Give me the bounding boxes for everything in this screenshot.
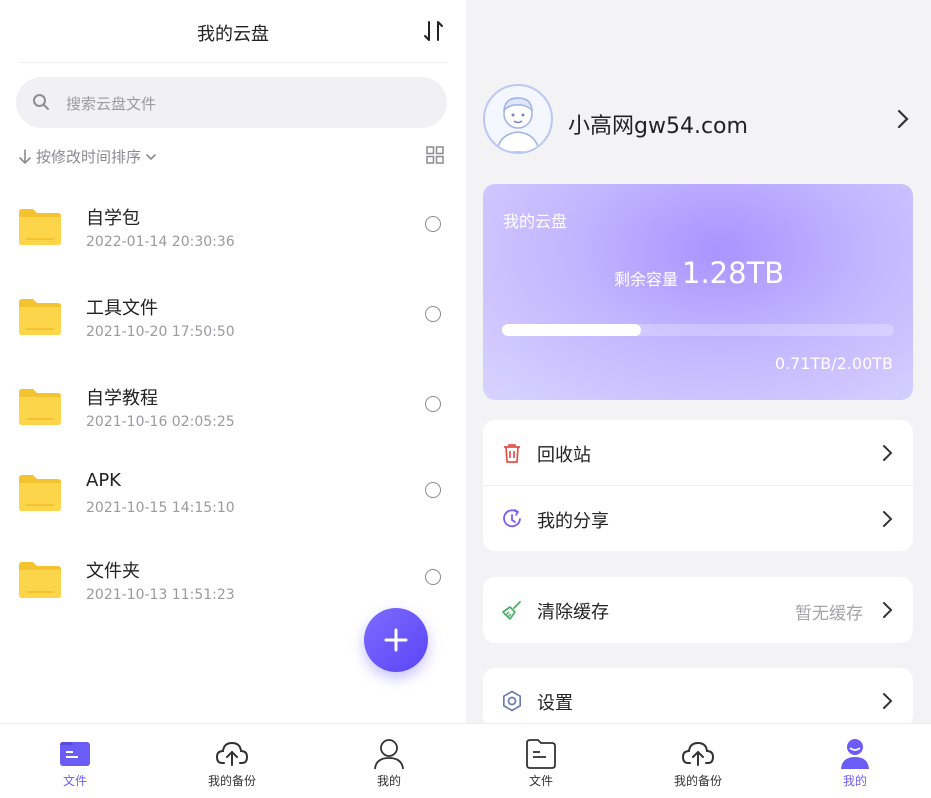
sort-icon[interactable]: [422, 18, 446, 44]
tab-label: 我的备份: [673, 774, 722, 788]
select-radio[interactable]: [425, 396, 441, 412]
folder-icon: [19, 562, 61, 598]
user-icon: [372, 737, 406, 771]
menu-group-1: 回收站 我的分享: [483, 420, 913, 551]
file-name: 自学教程: [86, 388, 158, 409]
grid-view-icon[interactable]: [426, 146, 444, 164]
settings-icon: [502, 690, 522, 712]
folder-icon: [19, 299, 61, 335]
sort-label: 按修改时间排序: [36, 148, 142, 166]
list-item[interactable]: APK 2021-10-15 14:15:10: [0, 470, 466, 550]
folder-icon: [19, 389, 61, 425]
file-name: 文件夹: [86, 561, 140, 582]
file-name: APK: [86, 470, 121, 491]
search-icon: [33, 94, 49, 110]
chevron-right-icon: [883, 445, 893, 461]
list-item[interactable]: 工具文件 2021-10-20 17:50:50: [0, 294, 466, 374]
tab-files[interactable]: 文件: [481, 724, 601, 798]
file-icon: [524, 737, 558, 771]
file-icon: [58, 737, 92, 771]
tab-mine[interactable]: 我的: [329, 724, 449, 798]
menu-group-2: 清除缓存 暂无缓存: [483, 577, 913, 643]
menu-item-label: 回收站: [537, 445, 591, 466]
menu-item-label: 清除缓存: [537, 602, 609, 623]
chevron-right-icon[interactable]: [896, 108, 910, 130]
sort-dropdown[interactable]: 按修改时间排序: [18, 146, 157, 167]
file-date: 2021-10-13 11:51:23: [86, 587, 235, 603]
tab-bar: 文件 我的备份 我的: [466, 723, 931, 798]
share-icon: [503, 509, 521, 528]
folder-icon: [19, 475, 61, 511]
select-radio[interactable]: [425, 482, 441, 498]
menu-item-label: 我的分享: [537, 511, 609, 532]
cache-status: 暂无缓存: [795, 604, 863, 624]
chevron-right-icon: [883, 602, 893, 618]
select-radio[interactable]: [425, 569, 441, 585]
chevron-down-icon: [146, 153, 156, 160]
storage-card[interactable]: 我的云盘 剩余容量 1.28TB 0.71TB/2.00TB: [483, 184, 913, 400]
cloud-upload-icon: [681, 737, 715, 771]
menu-item-recycle-bin[interactable]: 回收站: [483, 420, 913, 486]
tab-label: 我的备份: [207, 774, 256, 788]
tab-mine[interactable]: 我的: [795, 724, 915, 798]
profile-screen: 小高网gw54.com 我的云盘 剩余容量 1.28TB 0.71TB/2.00…: [466, 0, 931, 798]
tab-backup[interactable]: 我的备份: [172, 724, 292, 798]
file-date: 2021-10-16 02:05:25: [86, 414, 235, 430]
menu-item-clear-cache[interactable]: 清除缓存 暂无缓存: [483, 577, 913, 643]
file-name: 工具文件: [86, 298, 158, 319]
chevron-right-icon: [883, 693, 893, 709]
username[interactable]: 小高网gw54.com: [568, 108, 748, 140]
menu-item-my-share[interactable]: 我的分享: [483, 486, 913, 552]
avatar-icon: [496, 97, 540, 152]
remaining-value: 1.28TB: [682, 256, 785, 290]
avatar[interactable]: [483, 84, 553, 154]
storage-progress-bar: [502, 324, 894, 336]
storage-usage: 0.71TB/2.00TB: [774, 354, 893, 373]
broom-icon: [502, 601, 521, 620]
folder-icon: [19, 209, 61, 245]
list-item[interactable]: 自学包 2022-01-14 20:30:36: [0, 204, 466, 284]
divider: [18, 62, 448, 63]
page-title: 我的云盘: [197, 24, 269, 45]
chevron-right-icon: [883, 511, 893, 527]
add-button[interactable]: [364, 608, 428, 672]
arrow-down-icon: [19, 148, 31, 164]
user-icon: [838, 737, 872, 771]
file-list-screen: 我的云盘 搜索云盘文件 按修改时间排序 自学包 2022-01-14 20:30:…: [0, 0, 466, 798]
file-date: 2022-01-14 20:30:36: [86, 234, 235, 250]
trash-icon: [504, 444, 520, 463]
cloud-upload-icon: [215, 737, 249, 771]
search-input[interactable]: 搜索云盘文件: [16, 77, 447, 128]
tab-label: 我的: [842, 774, 867, 788]
file-name: 自学包: [86, 208, 140, 229]
tab-backup[interactable]: 我的备份: [638, 724, 758, 798]
select-radio[interactable]: [425, 306, 441, 322]
remaining-label: 剩余容量: [614, 270, 679, 289]
plus-icon: [384, 628, 408, 652]
tab-bar: 文件 我的备份 我的: [0, 723, 466, 798]
menu-item-label: 设置: [537, 693, 573, 714]
search-placeholder: 搜索云盘文件: [66, 95, 157, 113]
menu-group-3: 设置: [483, 668, 913, 728]
list-item[interactable]: 自学教程 2021-10-16 02:05:25: [0, 384, 466, 464]
select-radio[interactable]: [425, 216, 441, 232]
storage-title: 我的云盘: [503, 212, 568, 231]
storage-progress-fill: [502, 324, 642, 336]
tab-files[interactable]: 文件: [15, 724, 135, 798]
tab-label: 我的: [376, 774, 401, 788]
file-date: 2021-10-15 14:15:10: [86, 500, 235, 516]
file-date: 2021-10-20 17:50:50: [86, 324, 235, 340]
tab-label: 文件: [62, 774, 87, 788]
tab-label: 文件: [528, 774, 553, 788]
